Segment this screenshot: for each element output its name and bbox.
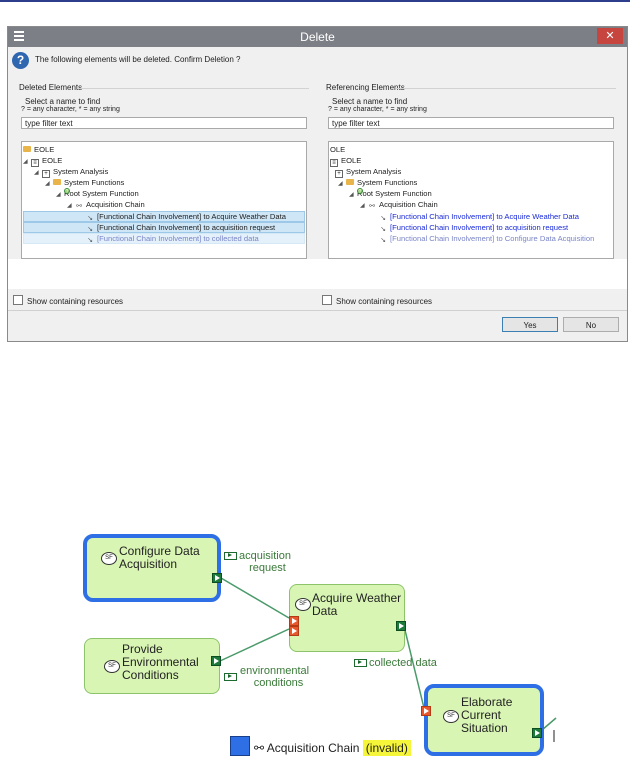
tree-node[interactable]: ◢ ⚯ Acquisition Chain <box>360 199 438 210</box>
tree-node[interactable]: ↘ [Functional Chain Involvement] to colle… <box>86 233 259 244</box>
function-elaborate-current-situation[interactable]: SF Elaborate Current Situation <box>424 684 544 756</box>
involvement-icon: ↘ <box>87 237 93 244</box>
link-outgoing[interactable] <box>541 717 557 731</box>
output-port-icon[interactable] <box>532 728 542 738</box>
tree-node[interactable]: ◢ SF Root System Function <box>349 188 432 199</box>
top-accent-line <box>0 0 630 2</box>
dialog-titlebar[interactable]: Delete ✕ <box>8 27 627 47</box>
tree-node[interactable]: ↘ [Functional Chain Involvement] to acqui… <box>379 222 568 233</box>
confirm-message: The following elements will be deleted. … <box>35 55 241 64</box>
referencing-elements-pane: Referencing Elements Select a name to fi… <box>324 83 620 259</box>
input-port-icon[interactable] <box>421 706 431 716</box>
chain-name: Acquisition Chain <box>266 741 360 755</box>
input-port-icon[interactable] <box>289 616 299 626</box>
system-function-icon: SF <box>443 710 459 723</box>
functional-exchange-icon <box>224 552 237 560</box>
expand-arrow-icon[interactable]: ◢ <box>34 168 42 179</box>
tree-node[interactable]: ↘ [Functional Chain Involvement] to Acqui… <box>379 211 579 222</box>
referencing-elements-label: Referencing Elements <box>326 83 405 92</box>
find-hint: Select a name to find <box>332 97 408 106</box>
function-provide-environmental-conditions[interactable]: SF Provide Environmental Conditions <box>84 638 220 694</box>
tree-node[interactable]: ◢ SF Root System Function <box>56 188 139 199</box>
show-containing-checkbox-left[interactable]: Show containing resources <box>13 295 123 306</box>
link-acquisition-request[interactable] <box>220 577 290 619</box>
expand-arrow-icon[interactable]: ◢ <box>23 157 31 168</box>
expand-arrow-icon[interactable]: ◢ <box>56 190 64 201</box>
yes-button[interactable]: Yes <box>502 317 558 332</box>
deleted-elements-label: Deleted Elements <box>19 83 83 92</box>
tree-node[interactable]: ↘ [Functional Chain Involvement] to Confi… <box>379 233 594 244</box>
tree-node[interactable]: OLE <box>330 144 345 155</box>
functional-exchange-icon <box>354 659 367 667</box>
function-configure-data-acquisition[interactable]: SF Configure Data Acquisition <box>83 534 221 602</box>
invalid-status-badge: (invalid) <box>362 740 411 756</box>
checkbox-box[interactable] <box>322 295 332 305</box>
tree-node[interactable]: ◢ System Functions <box>338 177 417 188</box>
system-function-icon: SF <box>104 660 120 673</box>
tree-node[interactable]: + System Analysis <box>335 166 401 178</box>
system-function-icon: SF <box>64 188 71 194</box>
filter-input[interactable]: type filter text <box>328 117 614 129</box>
folder-icon <box>346 179 354 185</box>
referencing-elements-tree[interactable]: OLE ≡ EOLE + System Analysis ◢ System Funct… <box>328 141 614 259</box>
exchange-collected-data[interactable]: collected data <box>354 657 437 669</box>
checkbox-box[interactable] <box>13 295 23 305</box>
chain-color-swatch <box>230 736 250 756</box>
filter-input[interactable]: type filter text <box>21 117 307 129</box>
no-button[interactable]: No <box>563 317 619 332</box>
tree-node[interactable]: ◢ ≡ EOLE <box>23 155 62 168</box>
input-port-icon[interactable] <box>289 626 299 636</box>
deleted-elements-tree[interactable]: EOLE ◢ ≡ EOLE ◢ + System Analysis ◢ System Fu… <box>21 141 307 259</box>
expand-arrow-icon[interactable]: ◢ <box>67 201 75 212</box>
functional-chain-icon: ⚯ <box>76 203 82 210</box>
question-icon: ? <box>12 52 29 69</box>
system-function-icon: SF <box>101 552 117 565</box>
expand-arrow-icon[interactable]: ◢ <box>45 179 53 190</box>
function-acquire-weather-data[interactable]: SF Acquire Weather Data <box>289 584 405 652</box>
output-port-icon[interactable] <box>396 621 406 631</box>
tree-node[interactable]: ↘ [Functional Chain Involvement] to Acqui… <box>86 211 286 222</box>
delete-dialog: Delete ✕ ? The following elements will b… <box>7 26 628 342</box>
function-label: Acquire Weather Data <box>312 591 402 618</box>
group-divider <box>77 88 309 89</box>
functional-chain-icon: ⚯ <box>254 741 265 755</box>
dialog-title: Delete <box>300 30 335 44</box>
link-environmental-conditions[interactable] <box>219 628 290 662</box>
functional-chain-diagram[interactable]: SF Configure Data Acquisition SF Acquire … <box>0 520 630 766</box>
project-icon <box>23 146 31 152</box>
tree-node[interactable]: ↘ [Functional Chain Involvement] to acqui… <box>86 222 275 233</box>
system-function-icon: SF <box>295 598 311 611</box>
tree-node[interactable]: EOLE <box>23 144 54 155</box>
expand-arrow-icon[interactable]: ◢ <box>360 201 368 212</box>
expand-arrow-icon[interactable]: ◢ <box>349 190 357 201</box>
functional-chain-legend[interactable]: ⚯ Acquisition Chain (invalid) <box>230 736 411 756</box>
find-hint: Select a name to find <box>25 97 101 106</box>
exchange-environmental-conditions[interactable]: environmental conditions <box>224 665 309 689</box>
function-label: Provide Environmental Conditions <box>122 642 199 682</box>
folder-icon <box>53 179 61 185</box>
tree-node[interactable]: ◢ ⚯ Acquisition Chain <box>67 199 145 210</box>
involvement-icon: ↘ <box>380 237 386 244</box>
tree-node[interactable]: ◢ + System Analysis <box>34 166 108 179</box>
deleted-elements-pane: Deleted Elements Select a name to find ?… <box>17 83 313 259</box>
function-label: Configure Data Acquisition <box>119 544 200 571</box>
exchange-acquisition-request[interactable]: acquisition request <box>224 550 291 574</box>
functional-chain-icon: ⚯ <box>369 203 375 210</box>
system-function-icon: SF <box>357 188 364 194</box>
wildcard-hint: ? = any character, * = any string <box>21 106 120 113</box>
output-port-icon[interactable] <box>212 573 222 583</box>
button-bar-divider <box>8 310 627 311</box>
tree-node[interactable]: ◢ System Functions <box>45 177 124 188</box>
functional-exchange-icon <box>224 673 237 681</box>
expand-arrow-icon[interactable]: ◢ <box>338 179 346 190</box>
function-label: Elaborate Current Situation <box>461 695 513 735</box>
wildcard-hint: ? = any character, * = any string <box>328 106 427 113</box>
cropped-area <box>8 259 627 289</box>
tree-node[interactable]: ≡ EOLE <box>330 155 361 167</box>
output-port-icon[interactable] <box>211 656 221 666</box>
group-divider <box>396 88 616 89</box>
close-button[interactable]: ✕ <box>597 28 623 44</box>
show-containing-checkbox-right[interactable]: Show containing resources <box>322 295 432 306</box>
